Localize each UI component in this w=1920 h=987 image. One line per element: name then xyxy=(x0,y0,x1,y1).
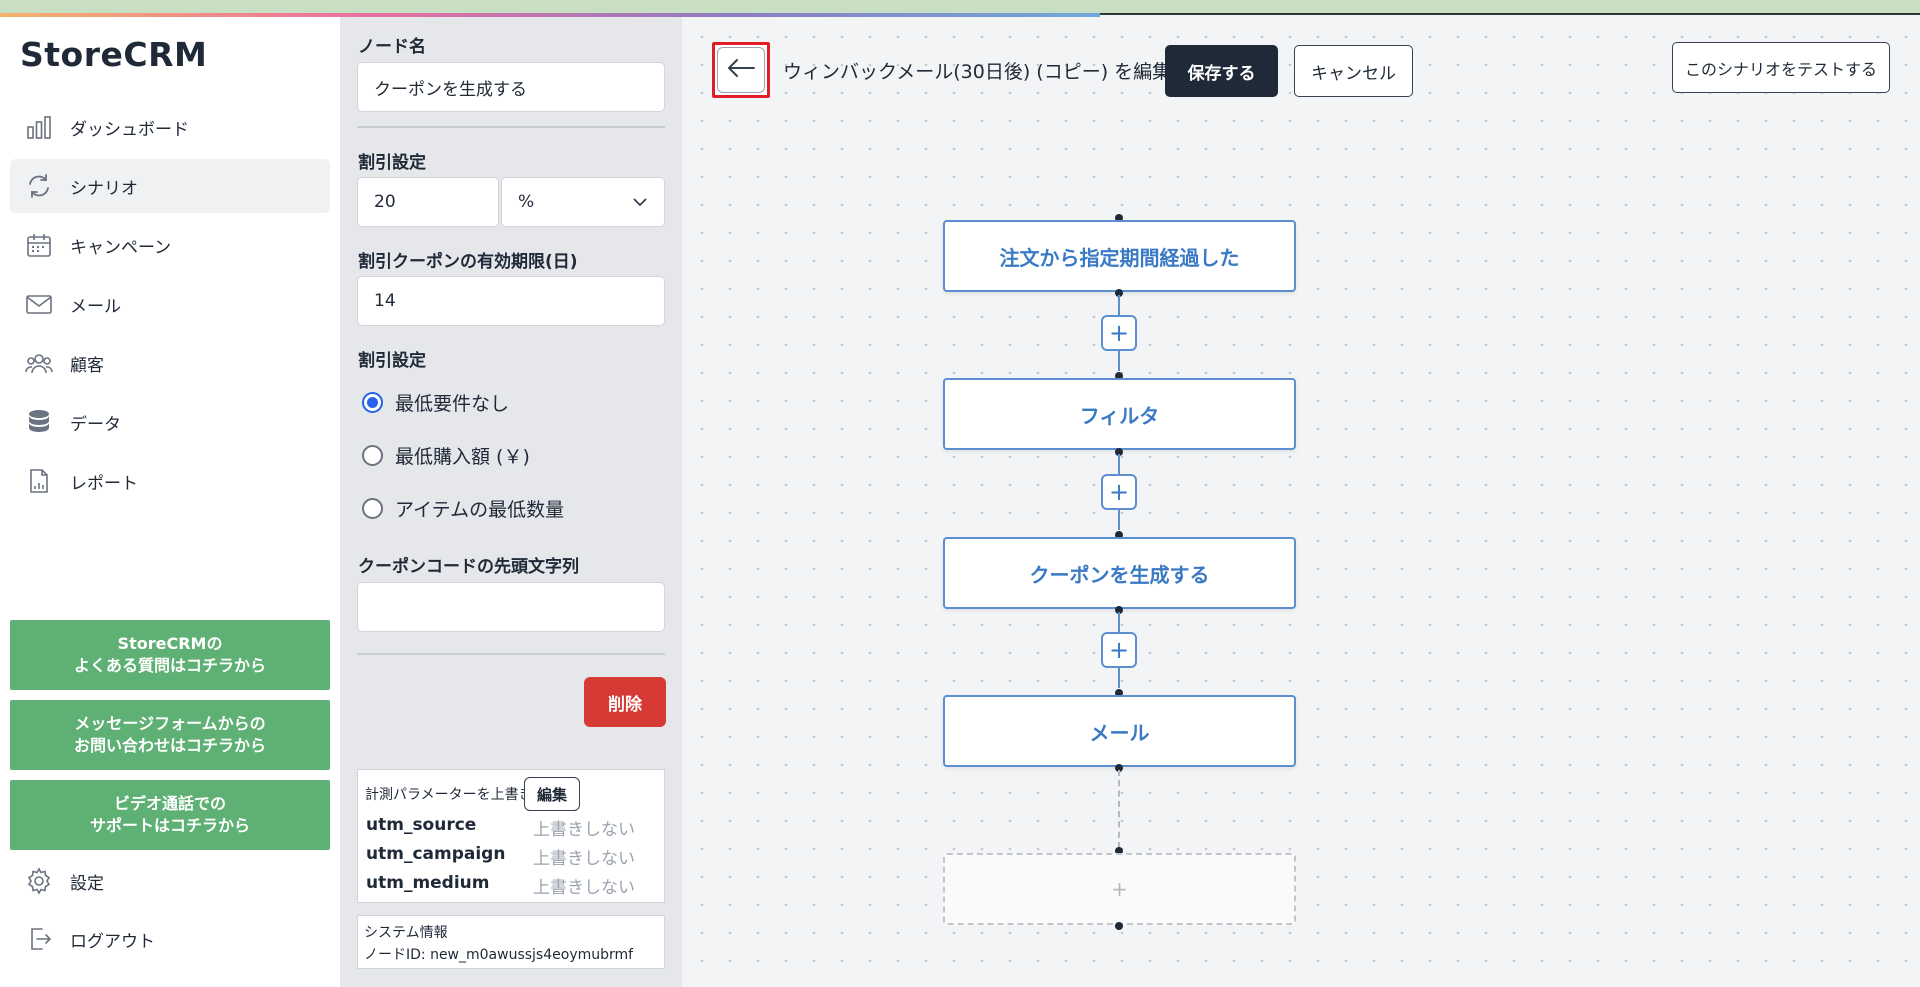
back-button-inner xyxy=(717,47,765,93)
utm-edit-button[interactable]: 編集 xyxy=(524,777,580,811)
radio-button[interactable] xyxy=(362,445,383,466)
sidebar-item-mail[interactable]: メール xyxy=(10,277,330,331)
database-icon xyxy=(24,407,54,437)
coupon-prefix-input[interactable] xyxy=(357,582,665,632)
connector-dot xyxy=(1115,922,1123,930)
utm-key: utm_campaign xyxy=(366,844,506,864)
help-line: よくある質問はコチラから xyxy=(73,656,266,675)
radio-no-minimum[interactable]: 最低要件なし xyxy=(362,389,509,416)
utm-value: 上書きしない xyxy=(533,878,635,898)
flow-node-mail[interactable]: メール xyxy=(943,695,1296,767)
flow-node-coupon[interactable]: クーポンを生成する xyxy=(943,537,1296,609)
sidebar-item-logout[interactable]: ログアウト xyxy=(10,912,330,966)
cancel-button[interactable]: キャンセル xyxy=(1294,45,1413,97)
condition-setting-label: 割引設定 xyxy=(358,351,426,371)
sidebar-item-label: ログアウト xyxy=(70,931,155,952)
sidebar-item-label: レポート xyxy=(70,473,138,494)
flow-node-trigger[interactable]: 注文から指定期間経過した xyxy=(943,220,1296,292)
add-node-button[interactable]: + xyxy=(1101,474,1137,510)
radio-min-purchase[interactable]: 最低購入額 (￥) xyxy=(362,442,530,469)
discount-setting-label: 割引設定 xyxy=(358,153,426,173)
help-line: メッセージフォームからの xyxy=(74,714,266,733)
discount-unit-value: % xyxy=(518,192,535,212)
sidebar-item-label: 顧客 xyxy=(70,355,104,376)
help-line: サポートはコチラから xyxy=(89,816,250,835)
refresh-cycle-icon xyxy=(24,171,54,201)
sidebar-item-label: ダッシュボード xyxy=(70,119,189,140)
sidebar-item-label: データ xyxy=(70,414,121,435)
node-name-input[interactable]: クーポンを生成する xyxy=(357,62,665,112)
sidebar: StoreCRM ダッシュボード シナリオ キャンペーン メール 顧客 データ … xyxy=(0,17,340,987)
coupon-expiry-input[interactable]: 14 xyxy=(357,276,665,326)
utm-override-title: 計測パラメーターを上書き xyxy=(365,787,533,803)
chart-bars-icon xyxy=(24,112,54,142)
sidebar-item-label: 設定 xyxy=(70,873,104,894)
flow-node-filter[interactable]: フィルタ xyxy=(943,378,1296,450)
system-info-box: システム情報 ノードID: new_m0awussjs4eoymubrmf xyxy=(357,915,665,969)
empty-node-placeholder[interactable]: + xyxy=(943,853,1296,925)
node-property-panel: ノード名 クーポンを生成する 割引設定 20 % 割引クーポンの有効期限(日) … xyxy=(340,17,682,987)
test-scenario-button[interactable]: このシナリオをテストする xyxy=(1672,42,1890,93)
gear-icon xyxy=(24,866,54,896)
help-line: ビデオ通話での xyxy=(113,794,226,813)
discount-unit-select[interactable]: % xyxy=(501,177,665,227)
video-support-button[interactable]: ビデオ通話での サポートはコチラから xyxy=(10,780,330,850)
arrow-left-icon xyxy=(726,57,756,83)
logout-icon xyxy=(24,924,54,954)
sidebar-item-customers[interactable]: 顧客 xyxy=(10,336,330,390)
delete-node-button[interactable]: 削除 xyxy=(584,677,666,727)
app-logo[interactable]: StoreCRM xyxy=(20,35,207,74)
sidebar-item-dashboard[interactable]: ダッシュボード xyxy=(10,100,330,154)
node-id-text: ノードID: new_m0awussjs4eoymubrmf xyxy=(364,947,634,963)
utm-value: 上書きしない xyxy=(533,849,635,869)
sidebar-item-data[interactable]: データ xyxy=(10,395,330,449)
save-button[interactable]: 保存する xyxy=(1165,45,1278,97)
system-info-title: システム情報 xyxy=(364,925,448,941)
discount-amount-input[interactable]: 20 xyxy=(357,177,499,227)
node-name-label: ノード名 xyxy=(358,37,426,57)
mail-icon xyxy=(24,289,54,319)
sidebar-item-label: シナリオ xyxy=(70,178,138,199)
add-node-button[interactable]: + xyxy=(1101,632,1137,668)
utm-override-box: 計測パラメーターを上書き 編集 utm_source 上書きしない utm_ca… xyxy=(357,769,665,903)
coupon-prefix-label: クーポンコードの先頭文字列 xyxy=(358,557,579,577)
sidebar-nav: ダッシュボード シナリオ キャンペーン メール 顧客 データ レポート xyxy=(10,100,330,513)
sidebar-item-campaign[interactable]: キャンペーン xyxy=(10,218,330,272)
utm-key: utm_medium xyxy=(366,873,490,893)
contact-form-button[interactable]: メッセージフォームからの お問い合わせはコチラから xyxy=(10,700,330,770)
chevron-down-icon xyxy=(632,192,648,212)
radio-label: 最低購入額 (￥) xyxy=(395,446,530,468)
radio-button[interactable] xyxy=(362,392,383,413)
flow-canvas[interactable]: ウィンバックメール(30日後) (コピー) を編集中 保存する キャンセル この… xyxy=(682,17,1920,987)
sidebar-item-label: メール xyxy=(70,296,121,317)
sidebar-item-scenario[interactable]: シナリオ xyxy=(10,159,330,213)
sidebar-item-label: キャンペーン xyxy=(70,237,172,258)
utm-value: 上書きしない xyxy=(533,820,635,840)
sidebar-item-report[interactable]: レポート xyxy=(10,454,330,508)
help-line: StoreCRMの xyxy=(117,634,223,653)
connector-line-dashed xyxy=(1118,770,1120,848)
help-line: お問い合わせはコチラから xyxy=(73,736,266,755)
calendar-icon xyxy=(24,230,54,260)
page-title: ウィンバックメール(30日後) (コピー) を編集中 xyxy=(783,61,1191,83)
report-icon xyxy=(24,466,54,496)
coupon-expiry-label: 割引クーポンの有効期限(日) xyxy=(358,252,578,272)
sidebar-item-settings[interactable]: 設定 xyxy=(10,854,330,908)
radio-label: 最低要件なし xyxy=(395,393,510,415)
divider xyxy=(357,126,665,128)
utm-key: utm_source xyxy=(366,815,477,835)
add-node-button[interactable]: + xyxy=(1101,315,1137,351)
back-button[interactable] xyxy=(712,42,770,98)
faq-link-button[interactable]: StoreCRMの よくある質問はコチラから xyxy=(10,620,330,690)
divider xyxy=(357,653,665,655)
radio-label: アイテムの最低数量 xyxy=(395,499,565,521)
radio-button[interactable] xyxy=(362,498,383,519)
radio-min-quantity[interactable]: アイテムの最低数量 xyxy=(362,495,564,522)
users-icon xyxy=(24,348,54,378)
